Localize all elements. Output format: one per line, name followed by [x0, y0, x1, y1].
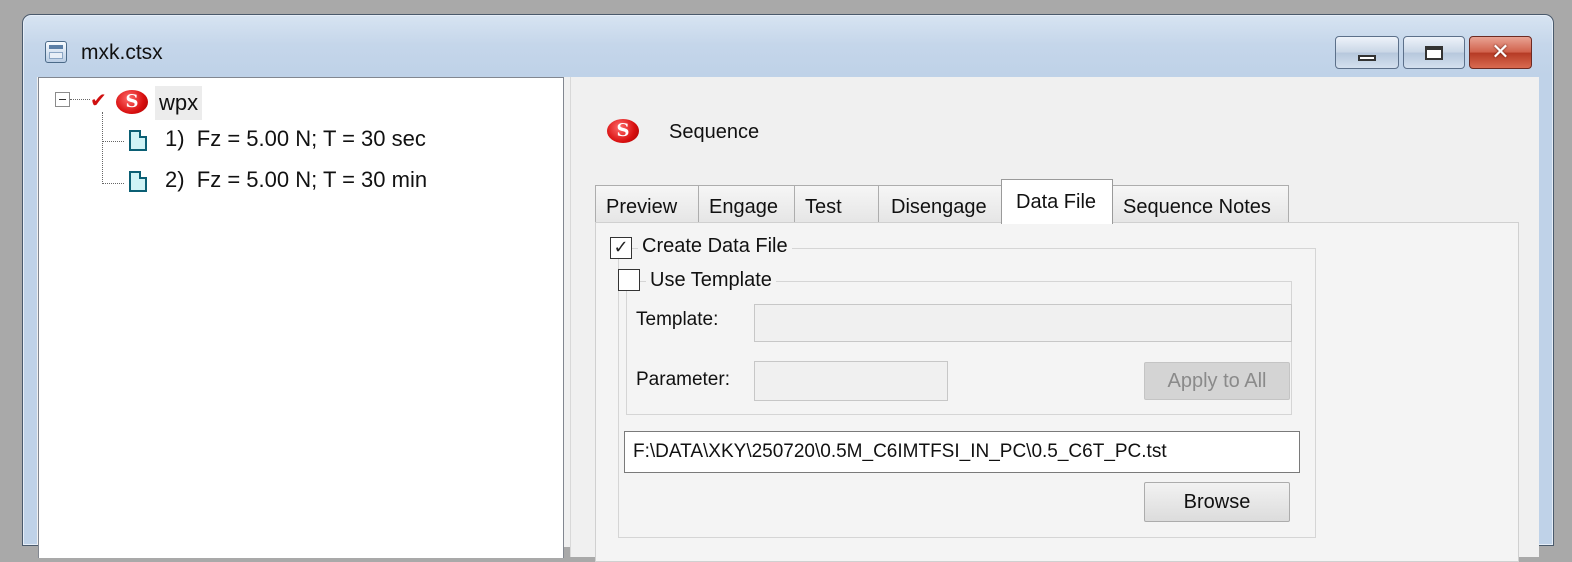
maximize-icon	[1425, 45, 1443, 60]
tree-connector	[102, 141, 124, 142]
create-data-file-label[interactable]: Create Data File	[638, 235, 792, 258]
tree-item-step-1[interactable]: 1) Fz = 5.00 N; T = 30 sec	[165, 126, 426, 152]
tree-root-label[interactable]: wpx	[155, 86, 203, 120]
use-template-label[interactable]: Use Template	[646, 269, 776, 292]
sequence-icon-letter: S	[125, 91, 139, 112]
tab-data-file[interactable]: Data File	[1001, 179, 1113, 224]
minimize-icon	[1358, 54, 1376, 61]
checked-icon[interactable]: ✔	[90, 90, 107, 110]
parameter-label: Parameter:	[636, 369, 730, 390]
sequence-properties-panel: S Sequence Preview Engage Test Disengage…	[570, 77, 1539, 562]
app-window-icon[interactable]	[45, 41, 67, 63]
tree-item-step-2[interactable]: 2) Fz = 5.00 N; T = 30 min	[165, 167, 427, 193]
checkbox-check-icon: ✓	[613, 237, 629, 258]
window-client-area: ✔ S wpx 1) Fz = 5.00 N; T = 30 sec 2) Fz…	[37, 77, 1539, 562]
tab-preview[interactable]: Preview	[595, 185, 699, 223]
tab-test[interactable]: Test	[794, 185, 879, 223]
create-data-file-checkbox[interactable]: ✓	[610, 237, 632, 259]
application-window: mxk.ctsx ✕ ✔ S wpx 1) Fz = 5.00 N; T = 3…	[22, 14, 1554, 562]
sequence-icon-letter: S	[616, 120, 630, 141]
title-bar[interactable]: mxk.ctsx ✕	[23, 15, 1553, 77]
panel-title: Sequence	[669, 121, 760, 143]
template-field[interactable]	[754, 304, 1292, 342]
sequence-tree[interactable]: ✔ S wpx 1) Fz = 5.00 N; T = 30 sec 2) Fz…	[38, 77, 564, 558]
window-title: mxk.ctsx	[81, 41, 163, 64]
minimize-button[interactable]	[1335, 36, 1399, 69]
data-file-tab-content: ✓ Create Data File Use Template Template…	[595, 222, 1519, 562]
sequence-icon: S	[116, 90, 148, 114]
apply-to-all-button[interactable]: Apply to All	[1144, 362, 1290, 400]
tree-connector	[102, 112, 103, 184]
tab-sequence-notes[interactable]: Sequence Notes	[1112, 185, 1289, 223]
browse-button[interactable]: Browse	[1144, 482, 1290, 522]
sequence-icon: S	[607, 119, 639, 143]
maximize-button[interactable]	[1403, 36, 1465, 69]
tab-disengage[interactable]: Disengage	[878, 185, 1003, 223]
collapse-toggle-icon[interactable]	[55, 92, 70, 107]
tab-engage[interactable]: Engage	[698, 185, 795, 223]
close-icon: ✕	[1491, 39, 1510, 65]
template-label: Template:	[636, 309, 719, 330]
data-file-path-input[interactable]: F:\DATA\XKY\250720\0.5M_C6IMTFSI_IN_PC\0…	[624, 431, 1300, 473]
tree-connector	[70, 99, 90, 100]
document-icon	[129, 130, 147, 151]
parameter-field[interactable]	[754, 361, 948, 401]
close-button[interactable]: ✕	[1469, 36, 1532, 69]
use-template-checkbox[interactable]	[618, 269, 640, 291]
document-icon	[129, 171, 147, 192]
tree-connector	[102, 183, 124, 184]
